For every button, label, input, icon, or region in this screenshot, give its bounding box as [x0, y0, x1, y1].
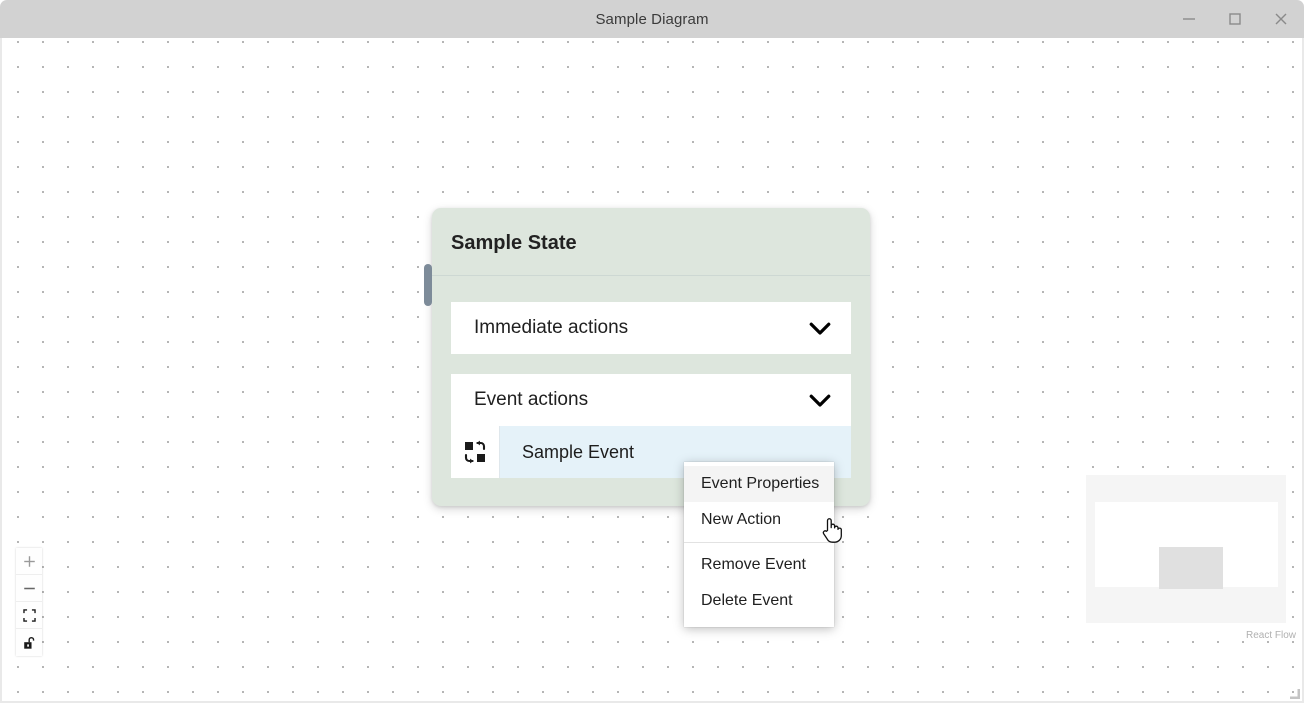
- node-header: Sample State: [432, 208, 870, 276]
- minimize-button[interactable]: [1166, 0, 1212, 38]
- toggle-interactivity-button[interactable]: [16, 629, 42, 656]
- application-window: Sample Diagram Sample State Immediate ac…: [0, 0, 1304, 703]
- close-button[interactable]: [1258, 0, 1304, 38]
- react-flow-attribution[interactable]: React Flow: [1246, 630, 1296, 641]
- plus-icon: [23, 555, 35, 567]
- menu-item-remove-event[interactable]: Remove Event: [684, 547, 834, 583]
- accordion-immediate-actions-label: Immediate actions: [474, 317, 629, 338]
- fit-view-icon: [22, 608, 36, 622]
- maximize-button[interactable]: [1212, 0, 1258, 38]
- window-resize-grip[interactable]: [1286, 685, 1301, 700]
- accordion-event-actions-label: Event actions: [474, 389, 589, 410]
- canvas-left-border: [0, 38, 2, 703]
- resize-grip-icon: [1290, 689, 1301, 700]
- node-target-handle[interactable]: [424, 264, 432, 306]
- unlock-icon: [23, 636, 34, 649]
- chevron-down-icon: [809, 394, 831, 407]
- fit-view-button[interactable]: [16, 602, 42, 629]
- minus-icon: [23, 587, 35, 589]
- minimap[interactable]: [1086, 475, 1286, 623]
- zoom-out-button[interactable]: [16, 575, 42, 602]
- accordion-event-actions[interactable]: Event actions: [451, 374, 851, 426]
- title-bar[interactable]: Sample Diagram: [0, 0, 1304, 38]
- minimap-node: [1159, 547, 1223, 589]
- accordion-immediate-actions[interactable]: Immediate actions: [451, 302, 851, 354]
- menu-item-event-properties[interactable]: Event Properties: [684, 466, 834, 502]
- event-exchange-icon: [464, 440, 486, 464]
- flow-canvas[interactable]: Sample State Immediate actions Event act…: [0, 38, 1304, 703]
- menu-item-new-action[interactable]: New Action: [684, 502, 834, 538]
- flow-controls-panel: [16, 548, 42, 656]
- maximize-icon: [1229, 13, 1241, 25]
- chevron-down-icon: [809, 322, 831, 335]
- node-title: Sample State: [451, 232, 577, 254]
- accordion-spacer: [451, 354, 851, 374]
- zoom-in-button[interactable]: [16, 548, 42, 575]
- event-icon-cell[interactable]: [451, 426, 500, 478]
- minimize-icon: [1183, 18, 1195, 20]
- window-controls: [1166, 0, 1304, 38]
- menu-separator: [684, 542, 834, 543]
- minimap-viewport-mask: [1095, 502, 1278, 589]
- close-icon: [1275, 13, 1287, 25]
- menu-item-delete-event[interactable]: Delete Event: [684, 583, 834, 619]
- context-menu: Event Properties New Action Remove Event…: [684, 462, 834, 627]
- window-title: Sample Diagram: [595, 10, 709, 28]
